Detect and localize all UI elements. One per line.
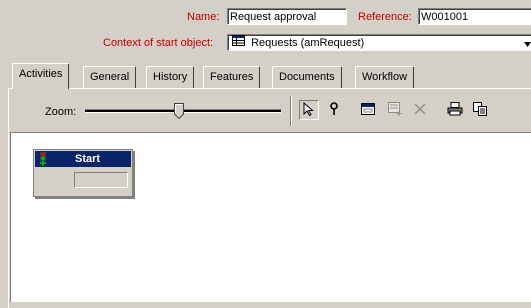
traffic-light-icon xyxy=(39,152,47,171)
zoom-slider-thumb[interactable] xyxy=(174,103,184,120)
select-pointer-button[interactable] xyxy=(299,100,319,120)
add-activity-button[interactable] xyxy=(358,100,378,120)
zoom-label: Zoom: xyxy=(45,106,77,118)
printer-icon xyxy=(447,101,463,119)
tab-general[interactable]: General xyxy=(83,66,137,88)
dropdown-arrow-icon[interactable] xyxy=(524,39,531,51)
name-field[interactable]: Request approval xyxy=(227,8,347,25)
start-node[interactable]: Start xyxy=(33,149,133,197)
start-node-header: Start xyxy=(35,151,131,167)
context-select[interactable]: Requests (amRequest) xyxy=(227,34,531,51)
start-node-field xyxy=(74,172,128,188)
link-tool-button[interactable] xyxy=(324,100,344,120)
toolbar-separator xyxy=(290,96,291,126)
copy-button[interactable] xyxy=(470,100,490,120)
tab-history[interactable]: History xyxy=(146,66,195,88)
tab-documents[interactable]: Documents xyxy=(272,66,342,88)
reference-field[interactable]: W001001 xyxy=(418,8,531,25)
activity-box-icon xyxy=(361,102,375,118)
arrow-pointer-icon xyxy=(303,101,315,119)
add-event-button[interactable] xyxy=(385,100,405,120)
print-button[interactable] xyxy=(445,100,465,120)
start-node-label: Start xyxy=(75,153,101,165)
event-box-icon xyxy=(387,101,403,119)
name-label: Name: xyxy=(187,11,220,23)
tab-activities[interactable]: Activities xyxy=(12,63,70,89)
context-value: Requests (amRequest) xyxy=(251,37,365,49)
context-label: Context of start object: xyxy=(103,37,214,49)
tab-features[interactable]: Features xyxy=(203,66,261,88)
reference-label: Reference: xyxy=(358,11,412,23)
close-x-icon xyxy=(414,103,426,118)
link-icon xyxy=(329,101,339,119)
copy-icon xyxy=(473,101,487,119)
zoom-slider[interactable] xyxy=(85,103,281,120)
tab-workflow[interactable]: Workflow xyxy=(355,66,415,88)
table-icon xyxy=(232,35,245,50)
delete-button[interactable] xyxy=(410,100,430,120)
